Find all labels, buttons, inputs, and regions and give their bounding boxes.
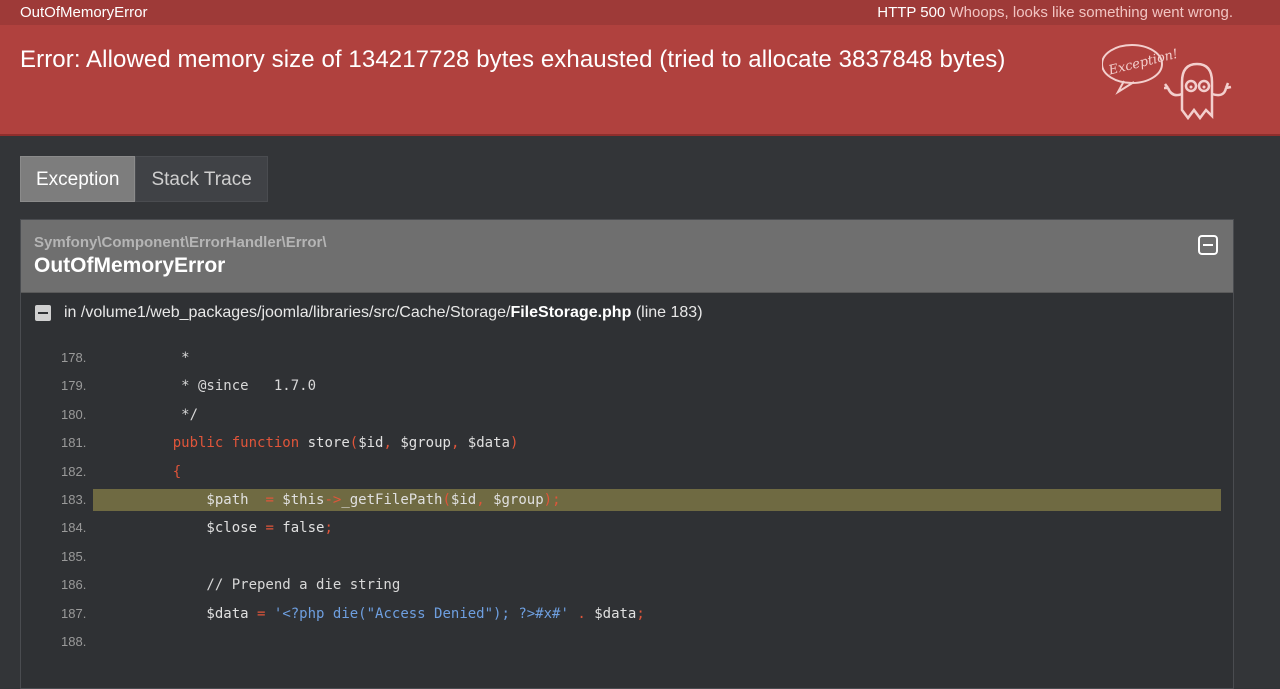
code-excerpt: 178. * 179. * @since 1.7.0 180. */181. pub… [21, 344, 1233, 656]
code-line: 181. public function store($id, $group, … [21, 429, 1233, 457]
tab-exception[interactable]: Exception [20, 156, 136, 202]
file-name: FileStorage.php [510, 304, 632, 321]
line-number: 178. [61, 350, 87, 365]
exception-class-name: OutOfMemoryError [34, 254, 226, 277]
code-line: 184. $close = false; [21, 514, 1233, 542]
file-line-info: (line 183) [635, 304, 703, 321]
tab-bar: Exception Stack Trace [20, 156, 268, 202]
line-source: $path = $this->_getFilePath($id, $group)… [139, 491, 561, 508]
exception-ghost-icon: Exception! [1102, 44, 1232, 121]
line-source: public function store($id, $group, $data… [172, 435, 519, 452]
status-message: Whoops, looks like something went wrong. [949, 4, 1233, 21]
code-line: 182. { [21, 458, 1233, 486]
exception-panel: Symfony\Component\ErrorHandler\Error\ Ou… [20, 219, 1234, 689]
exception-namespace: Symfony\Component\ErrorHandler\Error\ [34, 234, 327, 251]
line-number: 179. [61, 378, 87, 394]
line-number: 187. [61, 605, 87, 621]
code-line: 179. * @since 1.7.0 [21, 372, 1233, 400]
error-header: OutOfMemoryError HTTP 500 Whoops, looks … [0, 0, 1280, 136]
code-collapse-icon[interactable] [35, 305, 51, 321]
exception-file-location: in /volume1/web_packages/joomla/librarie… [35, 304, 703, 322]
code-line: 183. $path = $this->_getFilePath($id, $g… [21, 486, 1233, 514]
line-number: 183. [61, 491, 87, 507]
line-source: { [172, 463, 182, 480]
line-source: $data = '<?php die("Access Denied"); ?>#… [139, 605, 645, 622]
line-number: 182. [61, 463, 87, 479]
top-bar: OutOfMemoryError HTTP 500 Whoops, looks … [0, 0, 1280, 25]
collapse-toggle-icon[interactable] [1198, 235, 1218, 255]
line-source: * @since 1.7.0 [139, 378, 317, 395]
error-message: Error: Allowed memory size of 134217728 … [20, 46, 1006, 73]
status-code: HTTP 500 [877, 4, 946, 21]
file-path-prefix: in /volume1/web_packages/joomla/librarie… [64, 304, 511, 321]
line-number: 185. [61, 548, 87, 564]
code-line: 188. [21, 628, 1233, 656]
line-number: 180. [61, 406, 87, 422]
exception-bubble-text: Exception! [1106, 47, 1179, 79]
line-source: // Prepend a die string [139, 577, 401, 594]
code-line: 185. [21, 543, 1233, 571]
code-line: 187. $data = '<?php die("Access Denied")… [21, 600, 1233, 628]
http-status: HTTP 500 Whoops, looks like something we… [877, 4, 1233, 21]
line-number: 188. [61, 633, 87, 649]
tab-stack-trace[interactable]: Stack Trace [135, 156, 268, 202]
line-number: 186. [61, 577, 87, 593]
line-source: * [139, 350, 190, 366]
exception-header: Symfony\Component\ErrorHandler\Error\ Ou… [21, 220, 1233, 293]
line-source: */ [139, 406, 199, 423]
line-source: $close = false; [139, 520, 333, 537]
exception-name: OutOfMemoryError [20, 4, 148, 21]
line-number: 181. [61, 435, 87, 451]
code-line: 186. // Prepend a die string [21, 571, 1233, 599]
code-line: 178. * [21, 344, 1233, 372]
line-number: 184. [61, 520, 87, 536]
code-line: 180. */ [21, 401, 1233, 429]
